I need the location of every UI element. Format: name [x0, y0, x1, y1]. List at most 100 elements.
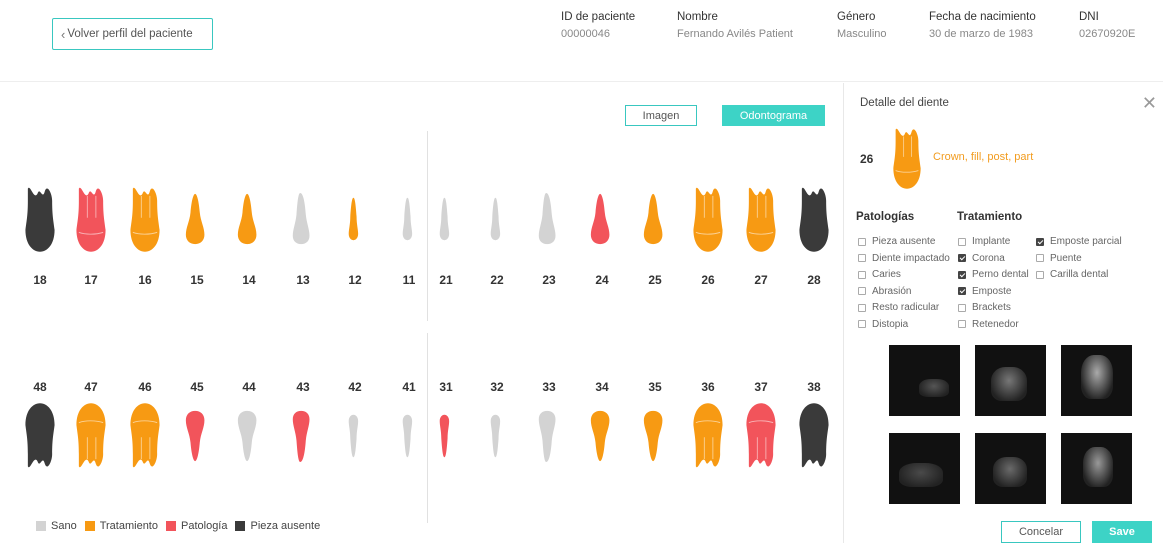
lower-tooth-38[interactable]	[797, 400, 831, 472]
lower-tooth-33[interactable]	[536, 400, 562, 472]
upper-tooth-14[interactable]	[236, 183, 262, 255]
unchecked-box-icon[interactable]	[958, 320, 966, 328]
imagen-tab-button[interactable]: Imagen	[625, 105, 697, 126]
upper-tooth-15[interactable]	[184, 183, 210, 255]
incisor-icon	[402, 414, 413, 458]
patologia-checkbox-0[interactable]: Pieza ausente	[858, 236, 935, 247]
upper-tooth-21[interactable]	[435, 183, 457, 255]
lower-tooth-41[interactable]	[398, 400, 420, 472]
lower-tooth-32[interactable]	[486, 400, 508, 472]
premolar-icon	[237, 410, 257, 462]
upper-tooth-18[interactable]	[23, 183, 57, 255]
checked-box-icon[interactable]	[958, 254, 966, 262]
tooth-number-46: 46	[138, 380, 152, 394]
patient-id-field: ID de paciente 00000046	[561, 11, 636, 40]
xray-tooth-shadow	[991, 367, 1027, 401]
lower-tooth-48[interactable]	[23, 400, 57, 472]
upper-tooth-22[interactable]	[486, 183, 508, 255]
premolar-icon	[643, 410, 663, 462]
unchecked-box-icon[interactable]	[858, 287, 866, 295]
tooth-number-33: 33	[542, 380, 556, 394]
premolar-icon	[185, 193, 205, 245]
patient-gender-field: Género Masculino	[837, 11, 887, 40]
unchecked-box-icon[interactable]	[958, 237, 966, 246]
incisor-icon	[490, 414, 501, 458]
tratamiento-checkbox-5[interactable]: Retenedor	[958, 319, 1019, 330]
lower-tooth-44[interactable]	[236, 400, 262, 472]
tooth-number-38: 38	[807, 380, 821, 394]
upper-tooth-28[interactable]	[797, 183, 831, 255]
tratamiento-extra-label: Carilla dental	[1050, 269, 1109, 280]
tooth-number-32: 32	[490, 380, 504, 394]
lower-tooth-36[interactable]	[691, 400, 725, 472]
premolar-icon	[237, 193, 257, 245]
unchecked-box-icon[interactable]	[1036, 254, 1044, 262]
patient-dni-field: DNI 02670920E	[1079, 11, 1136, 40]
tratamiento-checkbox-2[interactable]: Perno dental	[958, 269, 1029, 280]
patologia-checkbox-4[interactable]: Resto radicular	[858, 302, 939, 313]
checked-box-icon[interactable]	[958, 270, 966, 279]
unchecked-box-icon[interactable]	[1036, 270, 1044, 279]
tratamiento-extra-label: Emposte parcial	[1050, 236, 1122, 247]
tratamiento-checkbox-1[interactable]: Corona	[958, 253, 1005, 264]
lower-tooth-42[interactable]	[344, 400, 366, 472]
tooth-number-11: 11	[402, 273, 416, 287]
unchecked-box-icon[interactable]	[858, 237, 866, 246]
tratamiento-extra-checkbox-2[interactable]: Carilla dental	[1036, 269, 1108, 280]
tratamiento-checkbox-3[interactable]: Emposte	[958, 286, 1011, 297]
checked-box-icon[interactable]	[958, 287, 966, 295]
tratamiento-label: Emposte	[972, 285, 1012, 297]
lower-tooth-34[interactable]	[589, 400, 615, 472]
lower-tooth-37[interactable]	[744, 400, 778, 472]
upper-tooth-17[interactable]	[74, 183, 108, 255]
tratamiento-extra-checkbox-1[interactable]: Puente	[1036, 253, 1082, 264]
tratamiento-checkbox-0[interactable]: Implante	[958, 236, 1010, 247]
lower-tooth-43[interactable]	[290, 400, 316, 472]
canine-icon	[538, 193, 556, 245]
selected-tooth-number: 26	[860, 152, 874, 166]
unchecked-box-icon[interactable]	[858, 320, 866, 328]
legend-label: Tratamiento	[99, 520, 158, 532]
upper-tooth-27[interactable]	[744, 183, 778, 255]
unchecked-box-icon[interactable]	[958, 303, 966, 312]
lower-tooth-31[interactable]	[435, 400, 457, 472]
checked-box-icon[interactable]	[1036, 237, 1044, 246]
xray-thumbnail-2[interactable]	[975, 345, 1046, 416]
close-icon[interactable]: ✕	[1142, 93, 1157, 114]
premolar-icon	[643, 193, 663, 245]
upper-tooth-13[interactable]	[290, 183, 316, 255]
upper-tooth-12[interactable]	[344, 183, 366, 255]
xray-thumbnail-4[interactable]	[889, 433, 960, 504]
odontograma-tab-button[interactable]: Odontograma	[722, 105, 825, 126]
lower-tooth-47[interactable]	[74, 400, 108, 472]
xray-thumbnail-3[interactable]	[1061, 345, 1132, 416]
patologia-label: Caries	[872, 269, 901, 280]
back-to-profile-button[interactable]: ‹ Volver perfil del paciente	[52, 18, 213, 50]
save-button[interactable]: Save	[1092, 521, 1152, 543]
unchecked-box-icon[interactable]	[858, 254, 866, 262]
tratamiento-extra-checkbox-0[interactable]: Emposte parcial	[1036, 236, 1122, 247]
tooth-number-28: 28	[807, 273, 821, 287]
xray-thumbnail-5[interactable]	[975, 433, 1046, 504]
lower-tooth-35[interactable]	[642, 400, 668, 472]
upper-tooth-26[interactable]	[691, 183, 725, 255]
cancel-button[interactable]: Concelar	[1001, 521, 1081, 543]
upper-tooth-16[interactable]	[128, 183, 162, 255]
xray-thumbnail-1[interactable]	[889, 345, 960, 416]
unchecked-box-icon[interactable]	[858, 303, 866, 312]
xray-thumbnail-6[interactable]	[1061, 433, 1132, 504]
upper-tooth-23[interactable]	[536, 183, 562, 255]
lower-tooth-45[interactable]	[184, 400, 210, 472]
patologia-checkbox-1[interactable]: Diente impactado	[858, 253, 950, 264]
upper-tooth-25[interactable]	[642, 183, 668, 255]
xray-tooth-shadow	[899, 463, 943, 487]
patologia-checkbox-2[interactable]: Caries	[858, 269, 901, 280]
lower-tooth-46[interactable]	[128, 400, 162, 472]
patologia-checkbox-5[interactable]: Distopia	[858, 319, 908, 330]
patologia-checkbox-3[interactable]: Abrasión	[858, 286, 911, 297]
upper-tooth-11[interactable]	[398, 183, 420, 255]
detail-panel-title: Detalle del diente	[860, 97, 949, 109]
upper-tooth-24[interactable]	[589, 183, 615, 255]
unchecked-box-icon[interactable]	[858, 270, 866, 279]
tratamiento-checkbox-4[interactable]: Brackets	[958, 302, 1011, 313]
